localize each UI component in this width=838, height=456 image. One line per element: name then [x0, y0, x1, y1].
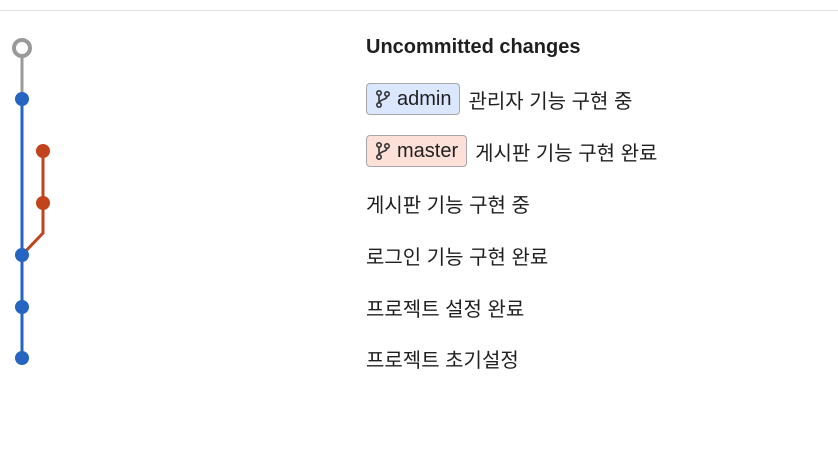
commit-message: 프로젝트 초기설정 — [366, 349, 519, 372]
commit-node-uncommitted[interactable] — [12, 38, 32, 58]
branch-name: admin — [397, 87, 452, 110]
commit-node-project-setup[interactable] — [15, 300, 29, 314]
commit-message: 관리자 기능 구현 중 — [468, 90, 633, 113]
commit-node-login[interactable] — [15, 248, 29, 262]
git-branch-icon — [375, 141, 391, 161]
commit-message: 게시판 기능 구현 중 — [366, 194, 530, 217]
branch-name: master — [397, 139, 459, 162]
branch-badge-master[interactable]: master — [366, 135, 468, 167]
commit-message: Uncommitted changes — [366, 35, 581, 58]
git-branch-icon — [375, 89, 391, 109]
commit-row-init[interactable]: 프로젝트 초기설정 — [366, 338, 519, 378]
commit-node-master[interactable] — [36, 144, 50, 158]
commit-row-admin[interactable]: admin 관리자 기능 구현 중 — [366, 79, 632, 119]
commit-message: 로그인 기능 구현 완료 — [366, 246, 549, 269]
top-divider — [0, 10, 838, 11]
commit-row-master[interactable]: master 게시판 기능 구현 완료 — [366, 131, 657, 171]
commit-node-init[interactable] — [15, 351, 29, 365]
commit-node-admin[interactable] — [15, 92, 29, 106]
commit-graph — [12, 38, 50, 365]
commit-message: 게시판 기능 구현 완료 — [475, 142, 658, 165]
commit-message: 프로젝트 설정 완료 — [366, 298, 525, 321]
commit-row-board-wip[interactable]: 게시판 기능 구현 중 — [366, 183, 530, 223]
branch-badge-admin[interactable]: admin — [366, 83, 461, 115]
commit-node-board-wip[interactable] — [36, 196, 50, 210]
commit-row-project-setup[interactable]: 프로젝트 설정 완료 — [366, 287, 524, 327]
commit-row-login[interactable]: 로그인 기능 구현 완료 — [366, 235, 548, 275]
commit-row-uncommitted[interactable]: Uncommitted changes — [366, 27, 580, 67]
